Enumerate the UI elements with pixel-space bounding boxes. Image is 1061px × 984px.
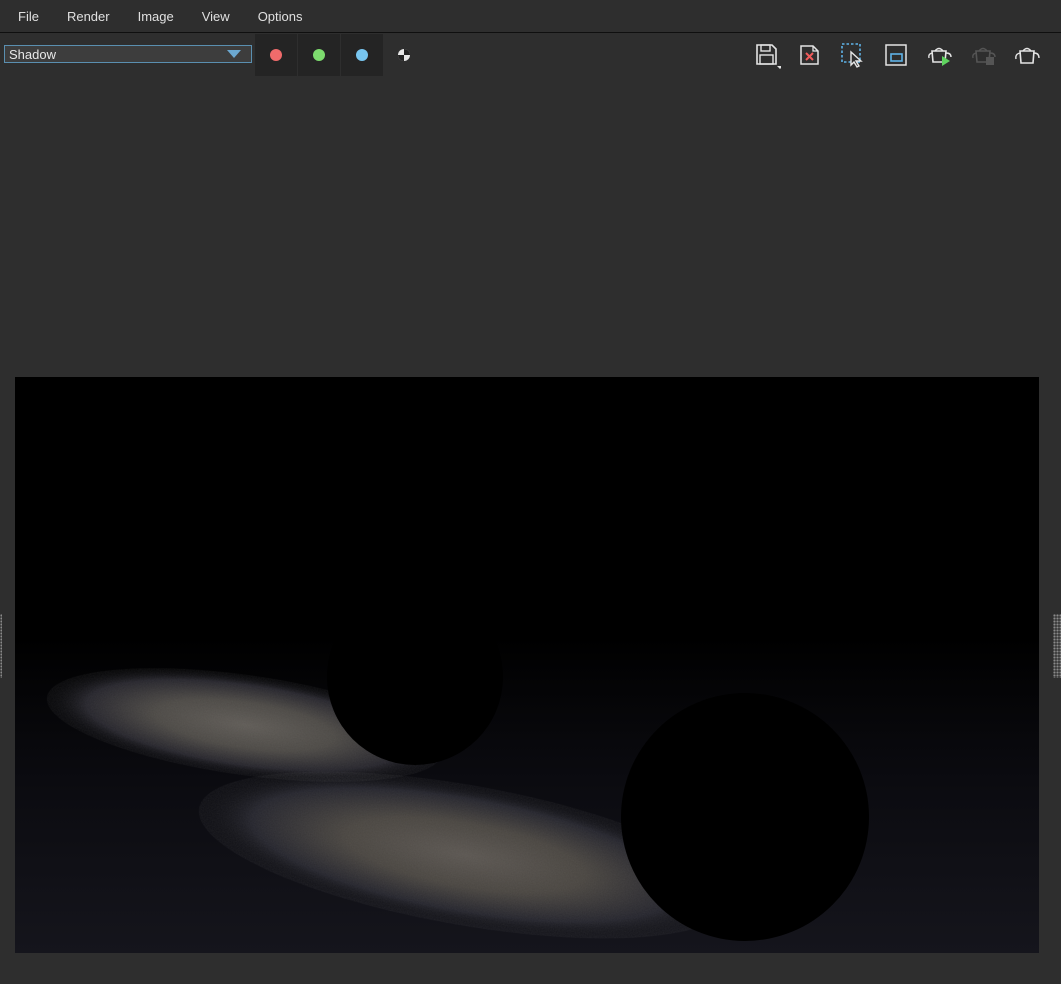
teapot-render-icon (928, 47, 952, 66)
menu-file[interactable]: File (4, 0, 53, 33)
render-element-dropdown[interactable]: Shadow (4, 45, 252, 63)
render-button[interactable] (1007, 34, 1047, 76)
render-active-button[interactable] (920, 34, 960, 76)
alpha-channel-icon (398, 49, 410, 61)
green-channel-icon (313, 49, 325, 61)
right-panel-grip[interactable] (1053, 614, 1061, 678)
stop-render-button (964, 34, 1004, 76)
menu-image[interactable]: Image (124, 0, 188, 33)
save-image-button[interactable] (747, 34, 787, 76)
chevron-down-icon (227, 50, 241, 58)
clear-image-button[interactable] (790, 34, 830, 76)
teapot-icon (1015, 47, 1040, 64)
teapot-stop-icon (972, 47, 996, 65)
menu-view[interactable]: View (188, 0, 244, 33)
save-icon (756, 44, 781, 69)
blue-channel-button[interactable] (341, 34, 383, 76)
region-select-icon (841, 43, 863, 68)
left-panel-grip[interactable] (0, 614, 2, 678)
alpha-channel-button[interactable] (384, 34, 424, 76)
toolbar: Shadow (0, 34, 1061, 76)
crop-region-button[interactable] (876, 34, 916, 76)
render-image (15, 377, 1039, 953)
blue-channel-icon (356, 49, 368, 61)
red-channel-icon (270, 49, 282, 61)
red-channel-button[interactable] (255, 34, 297, 76)
render-element-value: Shadow (9, 47, 56, 62)
render-viewport[interactable] (15, 377, 1039, 953)
region-select-button[interactable] (833, 34, 873, 76)
crop-icon (885, 44, 907, 66)
menu-render[interactable]: Render (53, 0, 124, 33)
green-channel-button[interactable] (298, 34, 340, 76)
clear-icon (800, 45, 819, 65)
menu-bar: File Render Image View Options (0, 0, 1061, 33)
menu-options[interactable]: Options (244, 0, 317, 33)
